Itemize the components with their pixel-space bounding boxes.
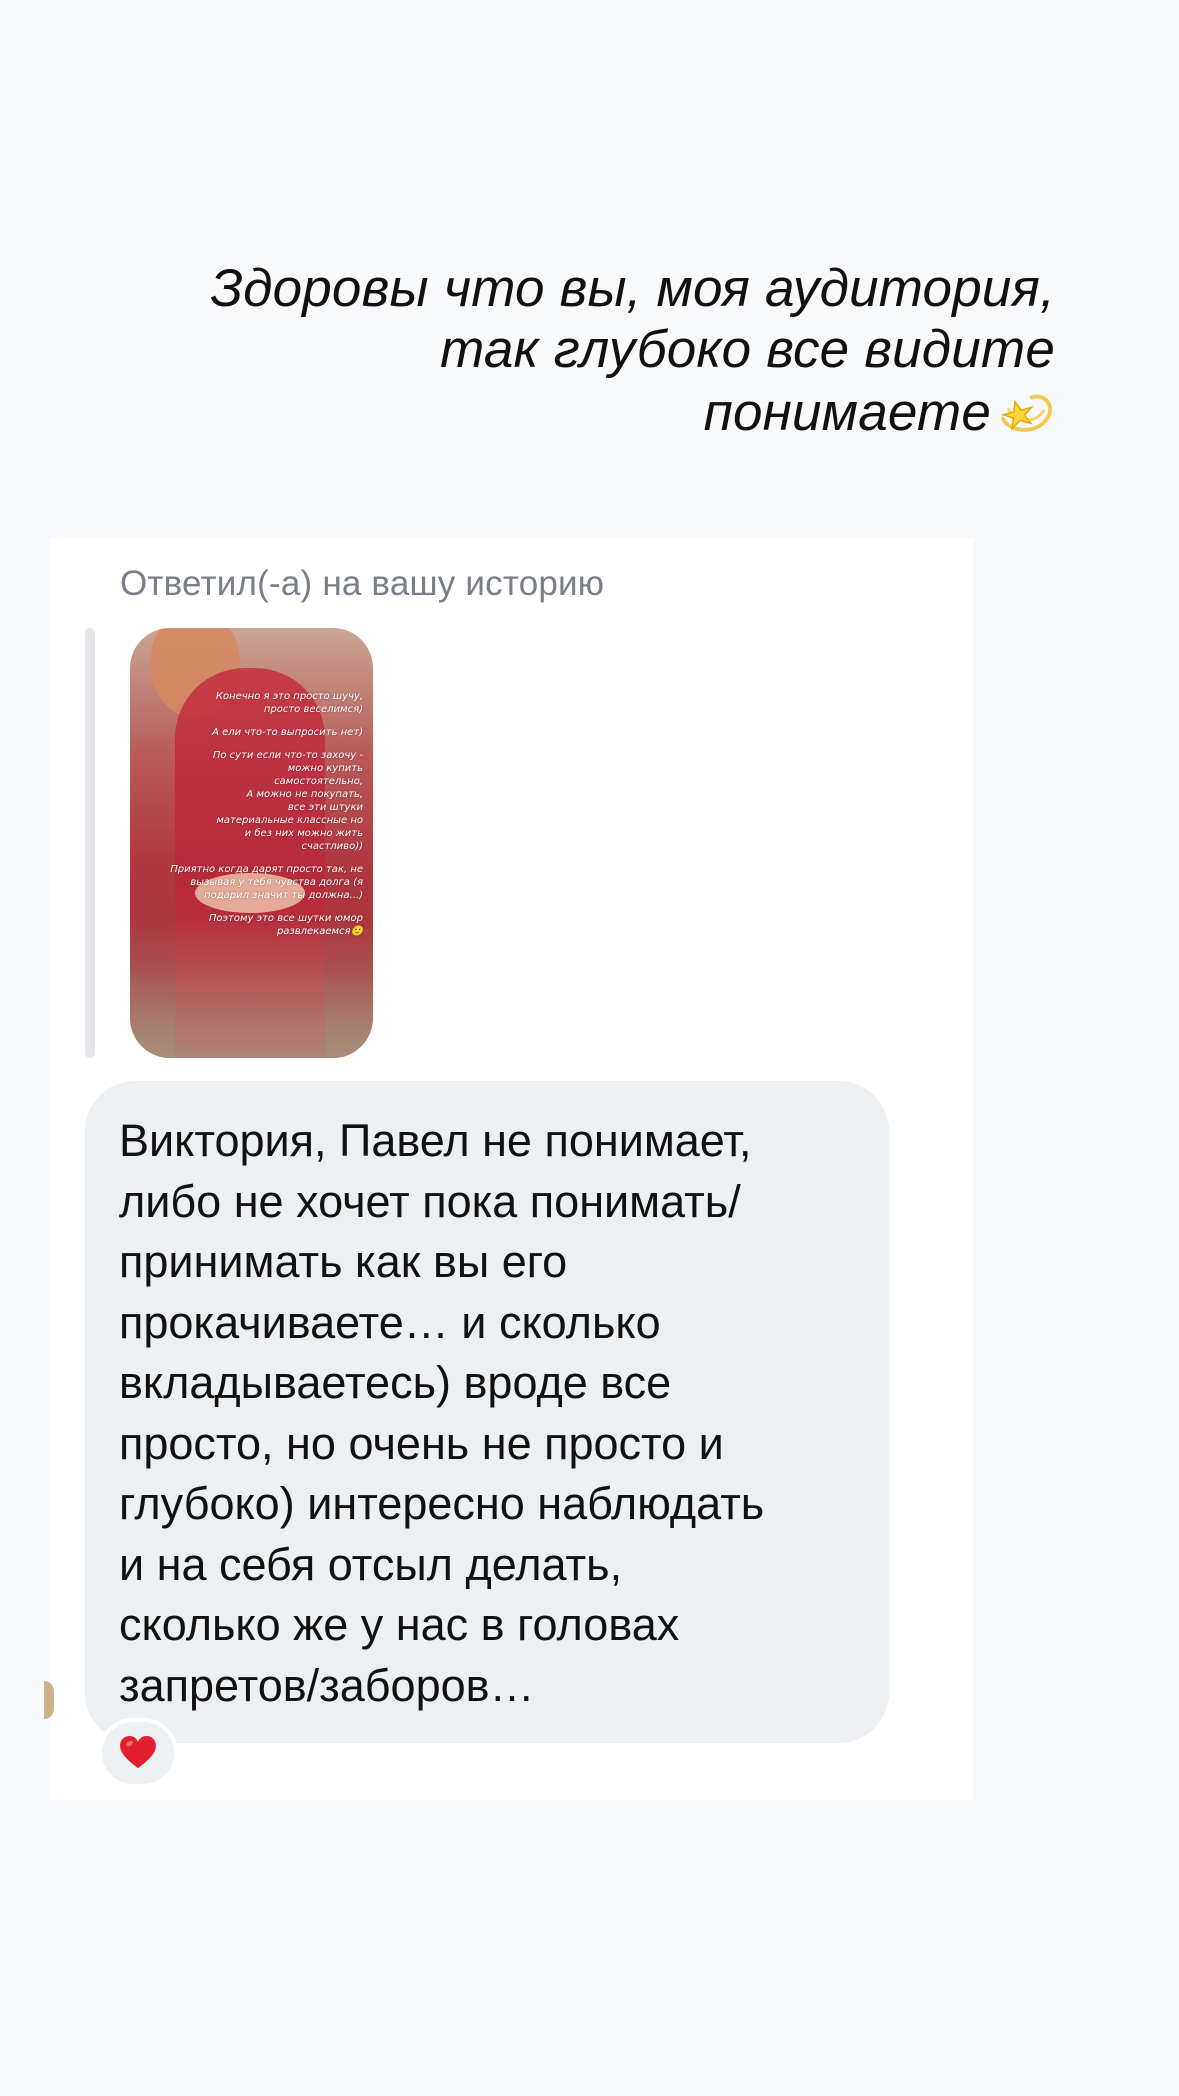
dizzy-star-icon — [1000, 394, 1052, 432]
red-heart-icon — [120, 1736, 156, 1769]
avatar[interactable] — [44, 1681, 54, 1719]
caption-line-3-wrap: понимаете — [155, 380, 1055, 443]
dm-card: Ответил(-а) на вашу историю Конечно я эт… — [44, 538, 973, 1800]
story-text-4: Приятно когда дарят просто так, не вызыв… — [170, 864, 363, 901]
story-text-1: Конечно я это просто шучу, просто весели… — [215, 691, 363, 715]
story-text-2: А ели что-то выпросить нет) — [212, 727, 363, 738]
story-thumbnail-text: Конечно я это просто шучу, просто весели… — [140, 690, 363, 948]
message-text: Виктория, Павел не понимает, либо не хоч… — [119, 1115, 765, 1711]
reply-label: Ответил(-а) на вашу историю — [120, 564, 605, 603]
story-thumbnail[interactable]: Конечно я это просто шучу, просто весели… — [130, 628, 373, 1058]
quote-bar — [85, 628, 95, 1058]
story-caption: Здоровы что вы, моя аудитория, так глубо… — [155, 258, 1055, 443]
story-text-5: Поэтому это все шутки юмор развлекаемся🙂 — [208, 913, 363, 937]
message-bubble[interactable]: Виктория, Павел не понимает, либо не хоч… — [85, 1081, 889, 1743]
reaction-badge[interactable] — [98, 1718, 178, 1788]
story-text-3: По сути если что-то захочу - можно купит… — [212, 750, 363, 852]
caption-line-1: Здоровы что вы, моя аудитория, — [210, 259, 1055, 318]
caption-line-2: так глубоко все видите — [440, 320, 1055, 379]
caption-line-3: понимаете — [703, 383, 991, 442]
